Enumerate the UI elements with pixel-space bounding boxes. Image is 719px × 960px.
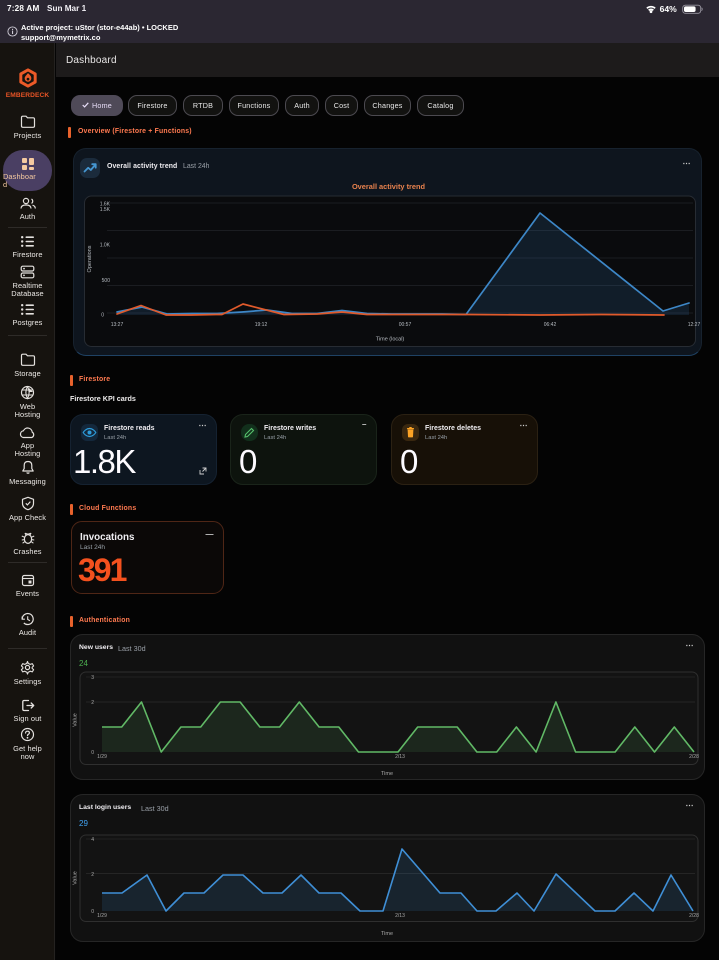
svg-text:2/13: 2/13	[395, 913, 405, 919]
svg-text:Value: Value	[73, 871, 79, 885]
svg-text:0: 0	[101, 313, 104, 319]
svg-text:12:27: 12:27	[688, 322, 701, 328]
svg-text:2: 2	[91, 700, 94, 706]
svg-text:0: 0	[91, 750, 94, 756]
svg-text:3: 3	[91, 675, 94, 681]
svg-text:1/29: 1/29	[97, 754, 107, 760]
svg-text:00:57: 00:57	[399, 322, 412, 328]
svg-text:1.0K: 1.0K	[100, 243, 111, 249]
svg-text:2: 2	[91, 872, 94, 878]
svg-text:0: 0	[91, 909, 94, 915]
svg-text:Value: Value	[73, 713, 79, 727]
svg-text:19:12: 19:12	[255, 322, 268, 328]
svg-text:2/28: 2/28	[689, 754, 699, 760]
svg-text:2/28: 2/28	[689, 913, 699, 919]
svg-text:500: 500	[102, 278, 111, 284]
svg-text:Operations: Operations	[87, 245, 93, 272]
svg-text:06:42: 06:42	[544, 322, 557, 328]
svg-text:Time: Time	[381, 931, 393, 937]
svg-text:13:27: 13:27	[111, 322, 124, 328]
svg-text:Time (local): Time (local)	[376, 337, 405, 343]
svg-text:2/13: 2/13	[395, 754, 405, 760]
svg-text:1.5K: 1.5K	[100, 207, 111, 213]
svg-text:64%: 64%	[660, 4, 678, 14]
svg-text:Time: Time	[381, 771, 393, 777]
svg-text:4: 4	[91, 837, 94, 843]
svg-text:1/29: 1/29	[97, 913, 107, 919]
